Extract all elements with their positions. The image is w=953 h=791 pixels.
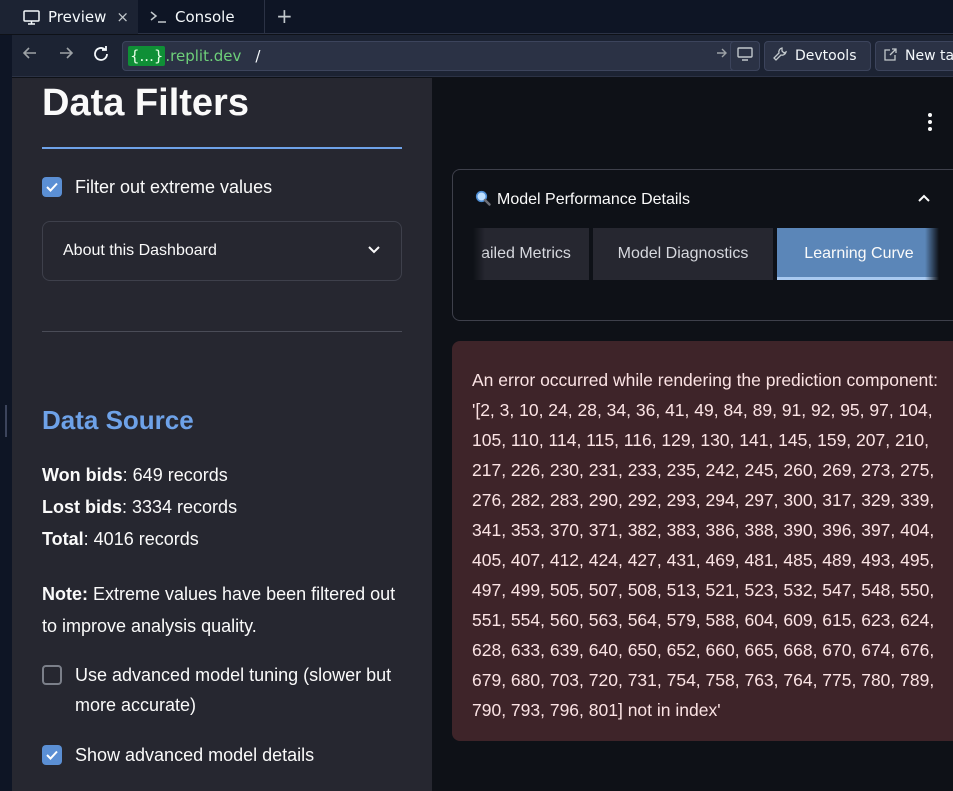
url-host-highlight: {...} xyxy=(128,46,166,66)
tab-console-label: Console xyxy=(175,8,235,26)
tab-strip: ailed Metrics Model Diagnostics Learning… xyxy=(473,228,939,280)
new-tab-label: New tab xyxy=(905,48,953,64)
filter-extreme-label: Filter out extreme values xyxy=(75,177,273,197)
left-gutter xyxy=(0,35,12,791)
stat-value: : 649 records xyxy=(122,465,228,485)
checkbox-unchecked-icon[interactable] xyxy=(42,665,62,685)
error-message: An error occurred while rendering the pr… xyxy=(472,370,938,720)
forward-arrow-icon[interactable] xyxy=(58,45,74,66)
terminal-icon xyxy=(149,9,167,25)
device-preview-button[interactable] xyxy=(730,41,760,71)
monitor-icon xyxy=(22,9,40,25)
sidebar: Data Filters Filter out extreme values A… xyxy=(12,78,432,791)
show-details-label: Show advanced model details xyxy=(75,745,315,765)
close-icon[interactable]: × xyxy=(116,8,129,26)
monitor-small-icon xyxy=(737,47,753,65)
tab-learning-curve[interactable]: Learning Curve xyxy=(777,228,939,280)
devtools-button[interactable]: Devtools xyxy=(764,41,871,71)
sidebar-title: Data Filters xyxy=(42,82,249,124)
magnifier-icon xyxy=(475,190,491,210)
error-alert: An error occurred while rendering the pr… xyxy=(452,341,953,741)
tab-scroll-fade-left xyxy=(473,228,485,280)
tab-scroll-fade-right xyxy=(925,228,939,280)
total-line: Total: 4016 records xyxy=(42,529,199,550)
kebab-menu-icon[interactable] xyxy=(924,113,936,131)
stat-label: Lost bids xyxy=(42,497,122,517)
checkbox-checked-icon[interactable] xyxy=(42,745,62,765)
title-divider xyxy=(42,147,402,149)
tab-model-diagnostics[interactable]: Model Diagnostics xyxy=(593,228,773,280)
data-source-heading: Data Source xyxy=(42,405,194,435)
note-text: Extreme values have been filtered out to… xyxy=(42,584,396,636)
chevron-up-icon[interactable] xyxy=(917,188,931,207)
tab-preview[interactable]: Preview × xyxy=(0,0,138,34)
stat-label: Total xyxy=(42,529,84,549)
panel-title: Model Performance Details xyxy=(497,191,690,208)
model-performance-expander: Model Performance Details ailed Metrics … xyxy=(452,169,953,321)
address-field[interactable]: {...} .replit.dev / xyxy=(122,41,737,71)
devtools-label: Devtools xyxy=(795,48,857,64)
advanced-tuning-label: Use advanced model tuning (slower but mo… xyxy=(75,665,392,715)
lost-bids-line: Lost bids: 3334 records xyxy=(42,497,237,518)
show-details-checkbox[interactable]: Show advanced model details xyxy=(42,740,314,770)
tab-detailed-metrics[interactable]: ailed Metrics xyxy=(473,228,589,280)
main-area: Model Performance Details ailed Metrics … xyxy=(432,78,953,791)
filter-extreme-checkbox[interactable]: Filter out extreme values xyxy=(42,172,272,202)
wrench-icon xyxy=(773,47,787,65)
back-arrow-icon[interactable] xyxy=(22,45,38,66)
checkbox-checked-icon[interactable] xyxy=(42,177,62,197)
go-arrow-icon[interactable] xyxy=(716,47,728,63)
replit-tab-bar: Preview × Console + xyxy=(0,0,953,34)
about-dashboard-expander[interactable]: About this Dashboard xyxy=(42,221,402,281)
section-divider xyxy=(42,331,402,332)
tab-preview-label: Preview xyxy=(48,8,107,26)
expander-label: About this Dashboard xyxy=(63,242,217,259)
external-link-icon xyxy=(884,47,897,65)
chevron-down-icon xyxy=(367,242,381,260)
filter-note: Note: Extreme values have been filtered … xyxy=(42,578,402,642)
panel-header[interactable]: Model Performance Details xyxy=(475,190,690,210)
new-tab-plus-icon[interactable]: + xyxy=(276,4,293,28)
stat-value: : 4016 records xyxy=(83,529,199,549)
reload-icon[interactable] xyxy=(92,45,110,68)
stat-value: : 3334 records xyxy=(122,497,238,517)
resize-handle[interactable] xyxy=(5,405,7,437)
stat-label: Won bids xyxy=(42,465,123,485)
won-bids-line: Won bids: 649 records xyxy=(42,465,228,486)
tab-console[interactable]: Console xyxy=(139,0,265,34)
new-tab-button[interactable]: New tab xyxy=(875,41,953,71)
url-host: .replit.dev xyxy=(165,47,242,65)
advanced-tuning-checkbox[interactable]: Use advanced model tuning (slower but mo… xyxy=(42,660,402,720)
preview-url-bar: {...} .replit.dev / Devtools New tab xyxy=(12,35,953,77)
url-path: / xyxy=(255,47,261,65)
note-label: Note: xyxy=(42,584,88,604)
